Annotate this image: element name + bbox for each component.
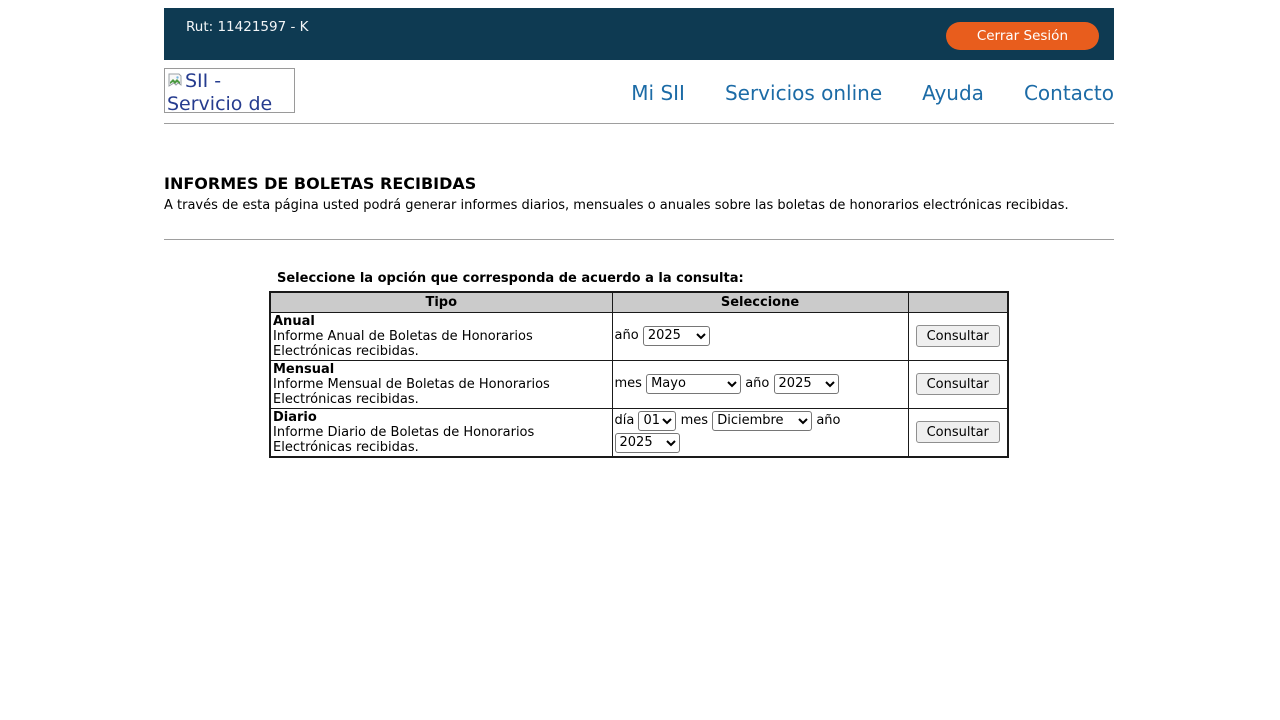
column-header-empty <box>908 292 1008 312</box>
site-header: SII - Servicio de Mi SII Servicios onlin… <box>164 68 1114 113</box>
anual-ano-label: año <box>615 328 639 343</box>
diario-select-cell: día 01 mes Diciembre año 2025 <box>612 408 908 457</box>
diario-type-cell: Diario Informe Diario de Boletas de Hono… <box>270 408 612 457</box>
table-row-mensual: Mensual Informe Mensual de Boletas de Ho… <box>270 360 1008 408</box>
mensual-select-cell: mes Mayo año 2025 <box>612 360 908 408</box>
query-prompt: Seleccione la opción que corresponda de … <box>269 271 1009 286</box>
content-divider <box>164 239 1114 240</box>
mensual-type-description: Informe Mensual de Boletas de Honorarios… <box>273 377 610 407</box>
logout-button[interactable]: Cerrar Sesión <box>946 22 1099 50</box>
diario-button-cell: Consultar <box>908 408 1008 457</box>
nav-item-mi-sii[interactable]: Mi SII <box>631 81 685 105</box>
diario-ano-label: año <box>816 413 840 428</box>
main-nav: Mi SII Servicios online Ayuda Contacto <box>631 81 1114 105</box>
anual-ano-select[interactable]: 2025 <box>643 326 710 346</box>
anual-consultar-button[interactable]: Consultar <box>916 325 1000 347</box>
mensual-type-cell: Mensual Informe Mensual de Boletas de Ho… <box>270 360 612 408</box>
mensual-type-label: Mensual <box>273 362 610 377</box>
mensual-button-cell: Consultar <box>908 360 1008 408</box>
table-row-anual: Anual Informe Anual de Boletas de Honora… <box>270 312 1008 360</box>
nav-item-contacto[interactable]: Contacto <box>1024 81 1114 105</box>
diario-ano-select[interactable]: 2025 <box>615 433 680 453</box>
table-header-row: Tipo Seleccione <box>270 292 1008 312</box>
anual-button-cell: Consultar <box>908 312 1008 360</box>
diario-dia-label: día <box>615 413 635 428</box>
anual-type-label: Anual <box>273 314 610 329</box>
mensual-ano-label: año <box>745 376 769 391</box>
diario-type-description: Informe Diario de Boletas de Honorarios … <box>273 425 610 455</box>
column-header-seleccione: Seleccione <box>612 292 908 312</box>
mensual-mes-label: mes <box>615 376 642 391</box>
rut-label: Rut: 11421597 - K <box>186 19 308 60</box>
nav-item-ayuda[interactable]: Ayuda <box>922 81 984 105</box>
mensual-mes-select[interactable]: Mayo <box>646 374 741 394</box>
mensual-consultar-button[interactable]: Consultar <box>916 373 1000 395</box>
sii-logo-broken-image[interactable]: SII - Servicio de <box>164 68 295 113</box>
diario-dia-select[interactable]: 01 <box>638 411 676 431</box>
anual-type-description: Informe Anual de Boletas de Honorarios E… <box>273 329 610 359</box>
page-title: INFORMES DE BOLETAS RECIBIDAS <box>164 174 1114 193</box>
diario-mes-label: mes <box>681 413 708 428</box>
session-bar: Rut: 11421597 - K Cerrar Sesión <box>164 8 1114 60</box>
diario-consultar-button[interactable]: Consultar <box>916 421 1000 443</box>
query-section: Seleccione la opción que corresponda de … <box>269 271 1009 458</box>
diario-mes-select[interactable]: Diciembre <box>712 411 812 431</box>
report-options-table: Tipo Seleccione Anual Informe Anual de B… <box>269 291 1009 458</box>
anual-select-cell: año 2025 <box>612 312 908 360</box>
diario-type-label: Diario <box>273 410 610 425</box>
broken-image-icon <box>167 73 183 89</box>
nav-item-servicios-online[interactable]: Servicios online <box>725 81 882 105</box>
page-description: A través de esta página usted podrá gene… <box>164 198 1114 213</box>
anual-type-cell: Anual Informe Anual de Boletas de Honora… <box>270 312 612 360</box>
table-row-diario: Diario Informe Diario de Boletas de Hono… <box>270 408 1008 457</box>
column-header-tipo: Tipo <box>270 292 612 312</box>
page-content: Rut: 11421597 - K Cerrar Sesión SII - Se… <box>164 8 1114 458</box>
mensual-ano-select[interactable]: 2025 <box>774 374 839 394</box>
header-divider <box>164 123 1114 124</box>
